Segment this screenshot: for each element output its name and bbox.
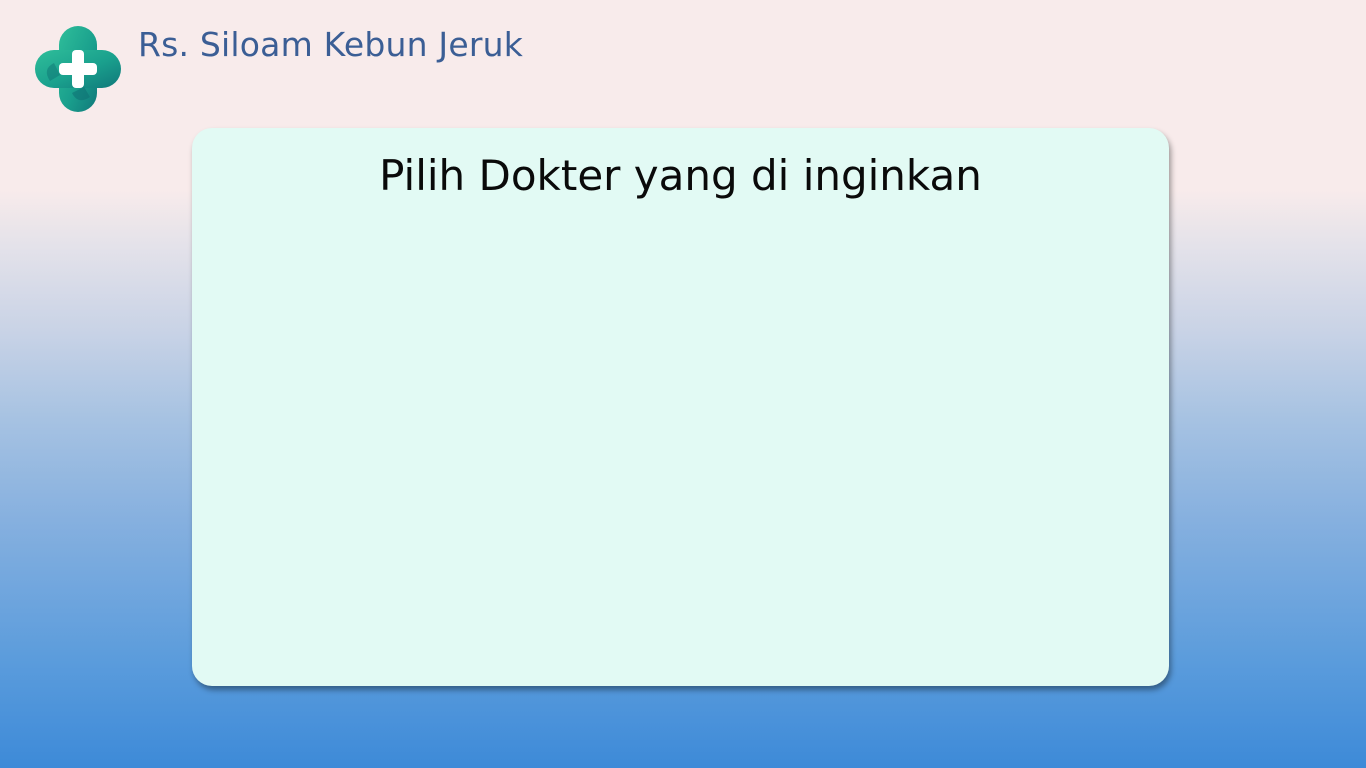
doctor-selection-panel: Pilih Dokter yang di inginkan <box>192 128 1169 686</box>
hospital-name: Rs. Siloam Kebun Jeruk <box>138 25 524 64</box>
medical-cross-icon <box>34 25 122 113</box>
panel-title: Pilih Dokter yang di inginkan <box>379 151 982 200</box>
